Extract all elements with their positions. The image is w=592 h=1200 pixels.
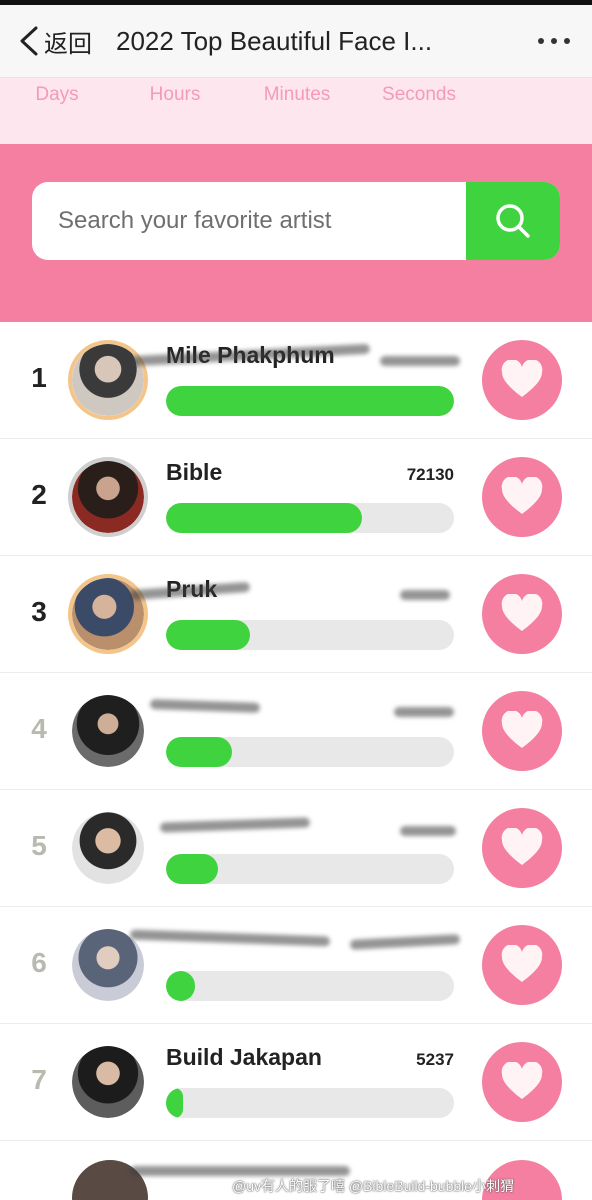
heart-icon: [501, 828, 543, 865]
rank-number: 3: [31, 596, 47, 627]
vote-heart-button[interactable]: [482, 808, 562, 888]
redaction-smudge: [400, 590, 450, 600]
ranking-row: 6: [0, 907, 592, 1024]
ranking-row: 7 Build Jakapan 5237: [0, 1024, 592, 1141]
redaction-smudge: [400, 826, 456, 836]
vote-progress-fill: [166, 854, 218, 884]
vote-heart-button[interactable]: [482, 691, 562, 771]
redaction-smudge: [130, 1166, 350, 1176]
ranking-row: 4: [0, 673, 592, 790]
countdown-hours-label: Hours: [149, 84, 201, 105]
search-box: [32, 182, 560, 260]
vote-heart-button[interactable]: [482, 1042, 562, 1122]
search-section: [0, 144, 592, 322]
vote-heart-button[interactable]: [482, 457, 562, 537]
vote-progress-bar: [166, 854, 454, 884]
vote-progress-bar: [166, 737, 454, 767]
search-icon: [496, 204, 530, 238]
top-nav-bar: 返回 2022 Top Beautiful Face I...: [0, 0, 592, 78]
heart-icon: [501, 360, 543, 397]
countdown-minutes-label: Minutes: [263, 84, 331, 105]
ranking-row: 2 Bible 72130: [0, 439, 592, 556]
avatar[interactable]: [68, 808, 148, 888]
vote-progress-fill: [166, 386, 454, 416]
countdown-seconds-label: Seconds: [382, 84, 456, 105]
artist-name: Bible: [166, 459, 223, 485]
vote-heart-button[interactable]: [482, 340, 562, 420]
watermark-text: @uv有人的服了嘻 @BibleBuild-bubble小刺猬: [232, 1178, 515, 1194]
redaction-smudge: [394, 707, 454, 717]
ranking-row: 1 Mile Phakphum: [0, 322, 592, 439]
redaction-smudge: [159, 817, 311, 833]
rank-number: 4: [31, 713, 47, 744]
vote-heart-button[interactable]: [482, 925, 562, 1005]
vote-progress-bar: [166, 1088, 454, 1118]
vote-progress-bar: [166, 620, 454, 650]
search-input[interactable]: [32, 182, 466, 260]
chevron-left-icon: [20, 26, 38, 56]
ranking-list: 1 Mile Phakphum 2 Bible 72130 3 Pruk: [0, 322, 592, 1141]
back-label: 返回: [44, 30, 92, 58]
avatar[interactable]: [68, 691, 148, 771]
redaction-smudge: [149, 699, 261, 713]
vote-progress-fill: [166, 737, 233, 767]
avatar[interactable]: [68, 1042, 148, 1122]
search-button[interactable]: [466, 182, 560, 260]
rank-number: 7: [31, 1064, 47, 1095]
redaction-smudge: [349, 934, 461, 950]
heart-icon: [501, 594, 543, 631]
rank-number: 2: [31, 479, 47, 510]
vote-progress-fill: [166, 503, 362, 533]
back-button[interactable]: 返回: [0, 24, 92, 59]
redaction-smudge: [380, 356, 460, 366]
rank-number: 1: [31, 362, 47, 393]
countdown-labels: Days Hours Minutes Seconds: [0, 78, 592, 144]
vote-heart-button[interactable]: [482, 574, 562, 654]
rank-number: 5: [31, 830, 47, 861]
vote-progress-fill: [166, 620, 250, 650]
vote-count: 5237: [416, 1050, 454, 1069]
vote-count: 72130: [406, 465, 454, 484]
page-title: 2022 Top Beautiful Face I...: [116, 25, 433, 56]
vote-progress-bar: [166, 503, 454, 533]
ranking-row: 5: [0, 790, 592, 907]
more-dots-icon[interactable]: [538, 38, 570, 44]
avatar[interactable]: [68, 574, 148, 654]
avatar[interactable]: [68, 457, 148, 537]
heart-icon: [501, 477, 543, 514]
heart-icon: [501, 711, 543, 748]
vote-progress-fill: [166, 1088, 184, 1118]
heart-icon: [501, 1062, 543, 1099]
avatar[interactable]: [68, 340, 148, 420]
countdown-days-label: Days: [35, 84, 79, 105]
ranking-row: 3 Pruk: [0, 556, 592, 673]
artist-name: Build Jakapan: [166, 1044, 322, 1070]
vote-progress-bar: [166, 386, 454, 416]
vote-progress-fill: [166, 971, 195, 1001]
rank-number: 6: [31, 947, 47, 978]
vote-progress-bar: [166, 971, 454, 1001]
redaction-smudge: [129, 929, 331, 947]
heart-icon: [501, 945, 543, 982]
